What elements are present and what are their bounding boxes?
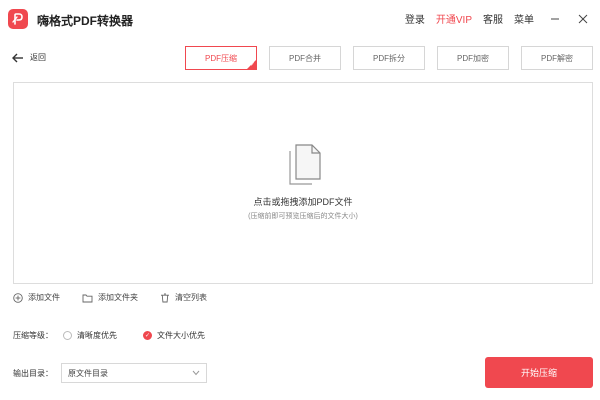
back-label: 返回 (30, 53, 46, 62)
tool-tabs: PDF压缩 ✓ PDF合并 PDF拆分 PDF加密 PDF解密 (185, 46, 600, 70)
check-icon: ✓ (144, 332, 151, 339)
add-file-label: 添加文件 (28, 293, 60, 302)
radio-size-priority[interactable]: ✓ 文件大小优先 (143, 330, 205, 341)
tab-pdf-compress[interactable]: PDF压缩 ✓ (185, 46, 257, 70)
radio-dot-checked: ✓ (143, 331, 152, 340)
top-menu: 登录 开通VIP 客服 菜单 (394, 11, 590, 26)
tab-label: PDF合并 (289, 53, 321, 63)
arrow-left-icon (12, 53, 23, 62)
add-folder-label: 添加文件夹 (98, 293, 138, 302)
check-icon: ✓ (249, 62, 255, 68)
tab-label: PDF解密 (541, 53, 573, 63)
start-compress-button[interactable]: 开始压缩 (485, 357, 593, 388)
drop-zone-subtitle: (压缩前即可预览压缩后的文件大小) (248, 213, 358, 220)
app-title: 嗨格式PDF转换器 (37, 14, 134, 28)
file-actions: 添加文件 添加文件夹 清空列表 (13, 292, 229, 303)
add-folder-button[interactable]: 添加文件夹 (82, 292, 138, 303)
radio-clarity-priority[interactable]: 清晰度优先 (63, 330, 117, 341)
tab-pdf-merge[interactable]: PDF合并 (269, 46, 341, 70)
tab-label: PDF压缩 (205, 53, 237, 63)
output-dir-row: 输出目录： 原文件目录 (13, 363, 207, 383)
output-dir-select[interactable]: 原文件目录 (61, 363, 207, 383)
tab-label: PDF拆分 (373, 53, 405, 63)
radio-label: 文件大小优先 (157, 331, 205, 340)
clear-list-label: 清空列表 (175, 293, 207, 302)
minimize-icon[interactable] (548, 12, 562, 26)
vip-link[interactable]: 开通VIP (436, 11, 472, 26)
close-icon[interactable] (576, 12, 590, 26)
chevron-down-icon (192, 370, 200, 376)
tab-pdf-decrypt[interactable]: PDF解密 (521, 46, 593, 70)
back-button[interactable]: 返回 (12, 52, 46, 63)
compression-level-row: 压缩等级： 清晰度优先 ✓ 文件大小优先 (13, 330, 231, 341)
folder-icon (82, 294, 93, 302)
file-drop-zone[interactable]: 点击或拖拽添加PDF文件 (压缩前即可预览压缩后的文件大小) (13, 82, 593, 284)
output-dir-label: 输出目录： (13, 368, 53, 378)
output-dir-value: 原文件目录 (68, 368, 108, 378)
plus-circle-icon (13, 292, 23, 303)
radio-label: 清晰度优先 (77, 331, 117, 340)
radio-dot (63, 331, 72, 340)
login-link[interactable]: 登录 (405, 11, 425, 26)
clear-list-button[interactable]: 清空列表 (160, 292, 207, 303)
title-bar: 嗨格式PDF转换器 登录 开通VIP 客服 菜单 (0, 0, 600, 38)
tab-label: PDF加密 (457, 53, 489, 63)
documents-icon (287, 143, 323, 189)
drop-zone-title: 点击或拖拽添加PDF文件 (253, 197, 353, 207)
pdf-p-logo-icon (8, 9, 28, 29)
trash-icon (161, 293, 169, 302)
tab-pdf-split[interactable]: PDF拆分 (353, 46, 425, 70)
tab-pdf-encrypt[interactable]: PDF加密 (437, 46, 509, 70)
add-file-button[interactable]: 添加文件 (13, 292, 60, 303)
compression-level-label: 压缩等级： (13, 331, 53, 340)
service-link[interactable]: 客服 (483, 11, 503, 26)
menu-link[interactable]: 菜单 (514, 11, 534, 26)
